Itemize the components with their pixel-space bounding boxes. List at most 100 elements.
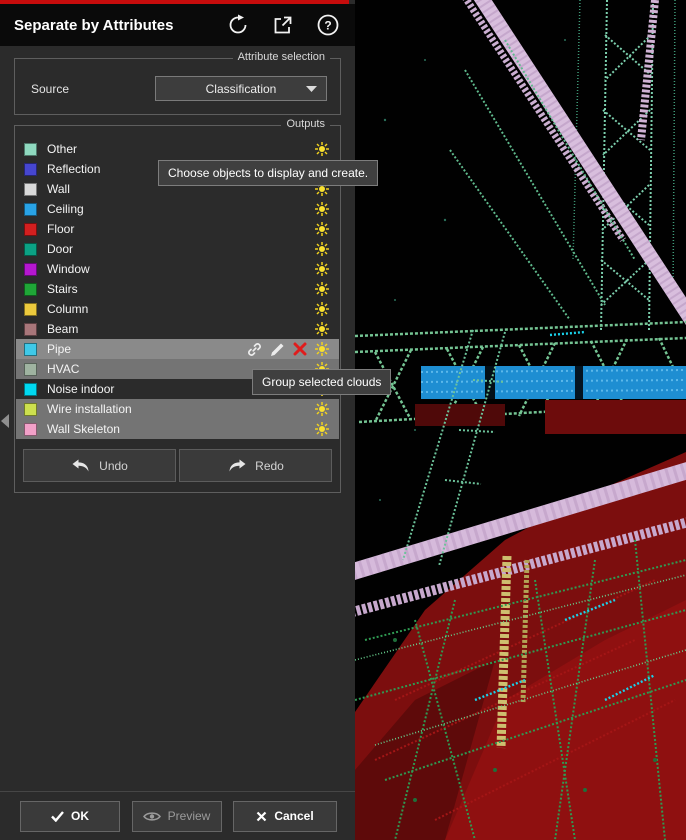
class-color-swatch[interactable] — [24, 183, 37, 196]
preview-button[interactable]: Preview — [132, 801, 222, 832]
class-color-swatch[interactable] — [24, 403, 37, 416]
reset-view-icon[interactable] — [225, 12, 251, 38]
class-label: Ceiling — [47, 202, 84, 216]
redo-button[interactable]: Redo — [179, 449, 332, 482]
cancel-button[interactable]: Cancel — [233, 801, 337, 832]
delete-x-icon[interactable] — [293, 342, 307, 356]
visibility-bulb-icon[interactable] — [315, 282, 329, 296]
class-color-swatch[interactable] — [24, 283, 37, 296]
row-icons — [315, 222, 329, 236]
output-row-column[interactable]: Column — [16, 299, 339, 319]
visibility-bulb-icon[interactable] — [315, 422, 329, 436]
class-color-swatch[interactable] — [24, 363, 37, 376]
class-label: Other — [47, 142, 77, 156]
x-icon — [256, 811, 267, 822]
cancel-label: Cancel — [274, 809, 313, 823]
class-label: Wall — [47, 182, 70, 196]
row-icons — [247, 342, 329, 357]
output-row-door[interactable]: Door — [16, 239, 339, 259]
output-row-floor[interactable]: Floor — [16, 219, 339, 239]
row-icons — [315, 322, 329, 336]
output-row-ceiling[interactable]: Ceiling — [16, 199, 339, 219]
class-label: HVAC — [47, 362, 79, 376]
undo-button[interactable]: Undo — [23, 449, 176, 482]
header-icons: ? — [225, 12, 345, 38]
class-color-swatch[interactable] — [24, 303, 37, 316]
undo-redo-row: Undo Redo — [23, 449, 332, 482]
viewport-3d[interactable] — [355, 0, 686, 840]
row-icons — [315, 302, 329, 316]
class-color-swatch[interactable] — [24, 203, 37, 216]
preview-label: Preview — [168, 809, 211, 823]
output-row-pipe[interactable]: Pipe — [16, 339, 339, 359]
class-color-swatch[interactable] — [24, 343, 37, 356]
class-label: Floor — [47, 222, 74, 236]
class-color-swatch[interactable] — [24, 263, 37, 276]
row-icons — [315, 282, 329, 296]
class-label: Reflection — [47, 162, 100, 176]
panel-title: Separate by Attributes — [14, 17, 174, 34]
application-window: Separate by Attributes — [0, 0, 686, 840]
output-row-beam[interactable]: Beam — [16, 319, 339, 339]
row-icons — [315, 262, 329, 276]
dialog-footer: OK Preview Cancel — [0, 791, 355, 840]
row-icons — [315, 422, 329, 436]
svg-text:?: ? — [324, 19, 331, 33]
panel-collapse-arrow[interactable] — [1, 414, 9, 428]
visibility-bulb-icon[interactable] — [315, 302, 329, 316]
row-icons — [315, 202, 329, 216]
class-color-swatch[interactable] — [24, 223, 37, 236]
row-icons — [315, 142, 329, 156]
class-label: Noise indoor — [47, 382, 114, 396]
output-row-wire-installation[interactable]: Wire installation — [16, 399, 339, 419]
visibility-bulb-icon[interactable] — [315, 262, 329, 276]
separate-by-attributes-panel: Separate by Attributes — [0, 0, 355, 840]
output-row-stairs[interactable]: Stairs — [16, 279, 339, 299]
tooltip-display-create: Choose objects to display and create. — [158, 160, 378, 186]
undo-arrow-icon — [71, 459, 91, 472]
rename-pencil-icon[interactable] — [270, 342, 285, 357]
visibility-bulb-icon[interactable] — [315, 402, 329, 416]
class-color-swatch[interactable] — [24, 383, 37, 396]
row-icons — [315, 402, 329, 416]
visibility-bulb-icon[interactable] — [315, 222, 329, 236]
visibility-bulb-icon[interactable] — [315, 322, 329, 336]
visibility-bulb-icon[interactable] — [315, 242, 329, 256]
class-label: Wall Skeleton — [47, 422, 120, 436]
redo-label: Redo — [255, 459, 284, 473]
visibility-bulb-icon[interactable] — [315, 142, 329, 156]
help-icon[interactable]: ? — [315, 12, 341, 38]
attribute-selection-group: Attribute selection Source Classificatio… — [14, 58, 341, 115]
class-label: Door — [47, 242, 73, 256]
visibility-bulb-icon[interactable] — [315, 342, 329, 356]
class-label: Column — [47, 302, 88, 316]
ok-label: OK — [71, 809, 89, 823]
class-label: Wire installation — [47, 402, 132, 416]
class-color-swatch[interactable] — [24, 243, 37, 256]
output-row-window[interactable]: Window — [16, 259, 339, 279]
detach-window-icon[interactable] — [270, 12, 296, 38]
class-color-swatch[interactable] — [24, 323, 37, 336]
class-color-swatch[interactable] — [24, 423, 37, 436]
panel-header: Separate by Attributes — [0, 4, 355, 46]
source-label: Source — [31, 82, 69, 96]
point-cloud-scene — [355, 0, 686, 840]
source-dropdown-value: Classification — [206, 82, 277, 96]
source-dropdown[interactable]: Classification — [155, 76, 327, 101]
outputs-group-label: Outputs — [281, 118, 330, 130]
output-row-wall-skeleton[interactable]: Wall Skeleton — [16, 419, 339, 439]
redo-arrow-icon — [227, 459, 247, 472]
eye-icon — [143, 811, 161, 822]
row-icons — [315, 242, 329, 256]
group-clouds-link-icon[interactable] — [247, 342, 262, 357]
undo-label: Undo — [99, 459, 128, 473]
ok-button[interactable]: OK — [20, 801, 120, 832]
visibility-bulb-icon[interactable] — [315, 202, 329, 216]
tooltip-group-clouds: Group selected clouds — [252, 369, 391, 395]
attribute-selection-group-label: Attribute selection — [233, 51, 330, 63]
chevron-down-icon — [306, 86, 317, 92]
class-color-swatch[interactable] — [24, 163, 37, 176]
class-label: Stairs — [47, 282, 78, 296]
class-color-swatch[interactable] — [24, 143, 37, 156]
output-row-other[interactable]: Other — [16, 139, 339, 159]
